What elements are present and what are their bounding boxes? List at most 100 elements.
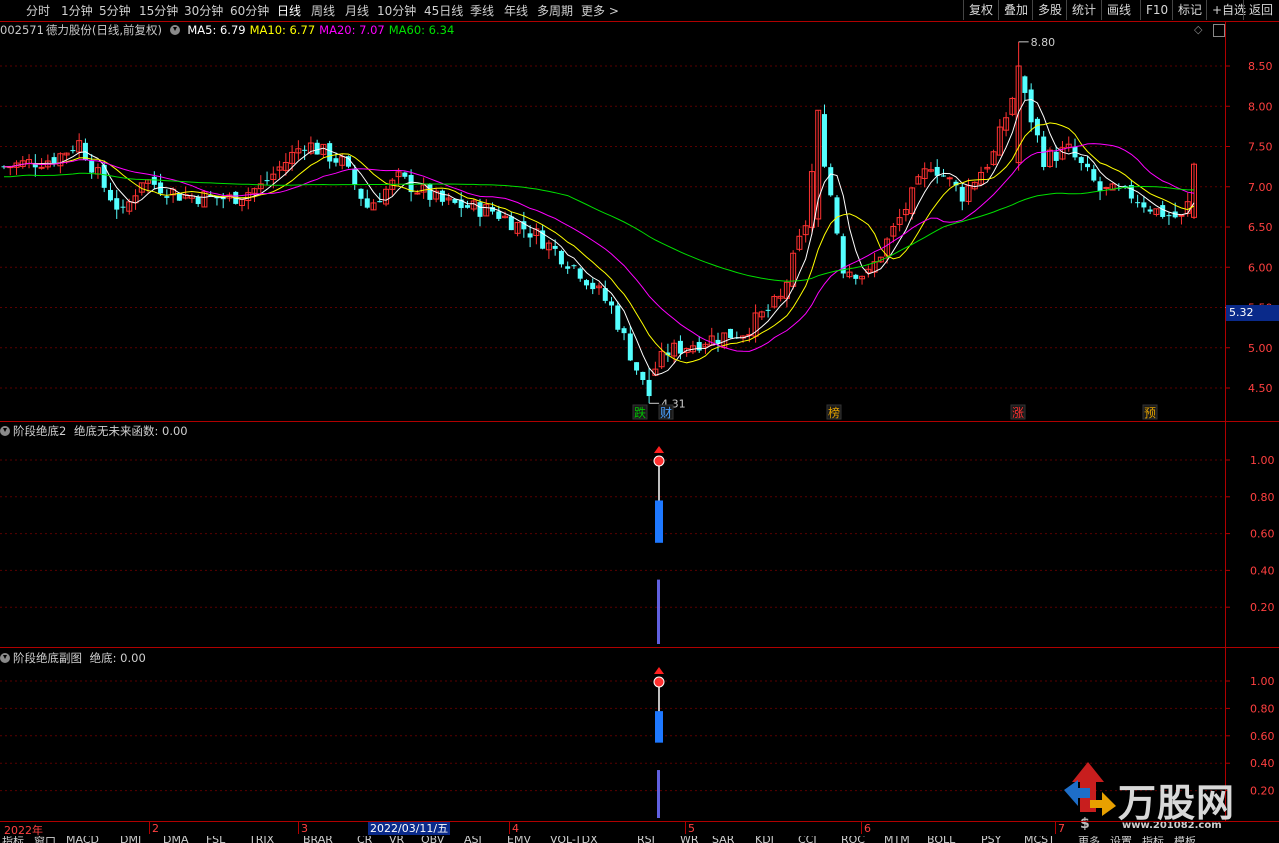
candle-body (358, 188, 364, 199)
indicator1-title: 阶段绝底2 绝底无未来函数: 0.00 (0, 423, 188, 439)
candle-body (583, 280, 589, 286)
indicator1-signal-bar (657, 579, 660, 644)
indicator1-signal-dot-icon (653, 455, 665, 467)
indicator1-signal-block (655, 500, 663, 543)
indicator2-axis-label-0: 1.00 (1250, 675, 1275, 688)
candle-body (1147, 209, 1153, 212)
indicator-tab-14[interactable]: RSI (637, 836, 655, 843)
indicator-tab-7[interactable]: BRAR (303, 836, 333, 843)
indicator-tab-10[interactable]: OBV (421, 836, 444, 843)
indicator-tab-0[interactable]: 指标 (2, 836, 24, 843)
price-axis-label-7: 5.00 (1248, 342, 1273, 355)
candle-body (364, 198, 370, 208)
ma10-line (3, 122, 1195, 364)
indicator2-axis-label-3: 0.40 (1250, 757, 1275, 770)
indicator-tab-25[interactable]: 设置 (1110, 836, 1132, 843)
indicator-tab-13[interactable]: VOL-TDX (550, 836, 598, 843)
indicator-tab-17[interactable]: KDJ (755, 836, 774, 843)
candle-body (934, 166, 940, 176)
candle-body (195, 197, 201, 205)
event-tag-2[interactable]: 榜 (828, 405, 840, 420)
candle-body (853, 274, 859, 279)
indicator-tab-3[interactable]: DMI (120, 836, 141, 843)
indicator-tab-19[interactable]: ROC (841, 836, 865, 843)
indicator-tab-24[interactable]: 更多 (1078, 836, 1100, 843)
time-tick-4: 6 (864, 822, 871, 835)
indicator2-settings-icon[interactable] (0, 653, 10, 663)
candle-body (940, 175, 946, 177)
candle-body (402, 172, 408, 177)
candle-body (1022, 76, 1028, 93)
price-axis-label-1: 8.00 (1248, 100, 1273, 113)
indicator1-settings-icon[interactable] (0, 426, 10, 436)
indicator-tab-2[interactable]: MACD (66, 836, 99, 843)
indicator-tab-27[interactable]: 模板 (1174, 836, 1196, 843)
indicator-tab-12[interactable]: EMV (507, 836, 531, 843)
indicator-tab-26[interactable]: 指标 (1142, 836, 1164, 843)
candle-body (70, 150, 76, 152)
event-tag-4[interactable]: 预 (1144, 406, 1156, 420)
indicator-tab-bar: 指标 窗口 MACD DMI DMA FSL TRIX BRAR CR VR OBV ASI EMV VO… (0, 836, 1279, 843)
candle-body (558, 250, 564, 265)
price-axis-label-8: 4.50 (1248, 382, 1273, 395)
candle-body (1097, 181, 1103, 191)
indicator2-title: 阶段绝底副图 绝底: 0.00 (0, 650, 146, 666)
candle-body (609, 301, 615, 306)
candle-body (464, 205, 470, 208)
indicator-tab-5[interactable]: FSL (206, 836, 225, 843)
indicator-tab-16[interactable]: SAR (712, 836, 734, 843)
price-axis-label-5: 6.00 (1248, 261, 1273, 274)
candle-body (1078, 157, 1084, 164)
candle-body (765, 309, 771, 311)
candle-body (1135, 202, 1141, 204)
time-tick-2: 4 (512, 822, 519, 835)
candle-body (477, 202, 483, 217)
candle-body (427, 184, 433, 200)
candle-body (314, 142, 320, 155)
cursor-date-label: 2022/03/11/五 (368, 822, 451, 835)
candle-body (414, 192, 421, 195)
candle-body (615, 305, 621, 330)
indicator-tab-21[interactable]: BOLL (927, 836, 955, 843)
indicator1-axis-label-2: 0.60 (1250, 528, 1275, 541)
event-tag-0[interactable]: 跌 (634, 405, 646, 420)
indicator2-axis-label-4: 0.20 (1250, 785, 1275, 798)
indicator-tab-8[interactable]: CR (357, 836, 372, 843)
candle-body (164, 196, 170, 198)
candle-body (621, 328, 627, 334)
indicator-tab-1[interactable]: 窗口 (34, 836, 56, 843)
candle-body (828, 167, 834, 196)
candle-body (302, 149, 308, 151)
candle-body (527, 233, 533, 238)
indicator-tab-11[interactable]: ASI (464, 836, 482, 843)
indicator2-value: 绝底: 0.00 (89, 651, 146, 665)
watermark-brand: 万股网 (1118, 781, 1236, 825)
candle-body (1141, 202, 1147, 208)
price-axis-label-2: 7.50 (1248, 141, 1273, 154)
event-tag-1[interactable]: 财 (660, 406, 672, 420)
time-tick-0: 2 (152, 822, 159, 835)
high-annotation-label: 8.80 (1031, 36, 1056, 49)
diamond-icon[interactable]: ◇ (1194, 23, 1202, 36)
candle-body (728, 328, 734, 338)
kline-chart[interactable]: 8.508.007.507.006.506.005.505.004.501.00… (0, 0, 1279, 843)
window-toggle-icon[interactable] (1213, 24, 1225, 37)
indicator-tab-6[interactable]: TRIX (249, 836, 274, 843)
current-price-label: 5.32 (1226, 305, 1279, 321)
candle-body (959, 186, 965, 202)
candle-body (646, 379, 652, 397)
indicator2-signal-dot-icon (653, 676, 665, 688)
indicator-tab-15[interactable]: WR (680, 836, 699, 843)
candle-body (377, 201, 383, 203)
indicator-tab-20[interactable]: MTM (884, 836, 910, 843)
indicator-tab-4[interactable]: DMA (163, 836, 189, 843)
indicator-tab-18[interactable]: CCI (798, 836, 817, 843)
candle-body (590, 282, 596, 290)
indicator-tab-23[interactable]: MCST (1024, 836, 1055, 843)
indicator1-axis-label-0: 1.00 (1250, 454, 1275, 467)
indicator-tab-9[interactable]: VR (389, 836, 404, 843)
candle-body (946, 177, 953, 180)
indicator-tab-22[interactable]: PSY (981, 836, 1001, 843)
event-tag-3[interactable]: 涨 (1012, 405, 1024, 420)
price-axis-label-3: 7.00 (1248, 181, 1273, 194)
